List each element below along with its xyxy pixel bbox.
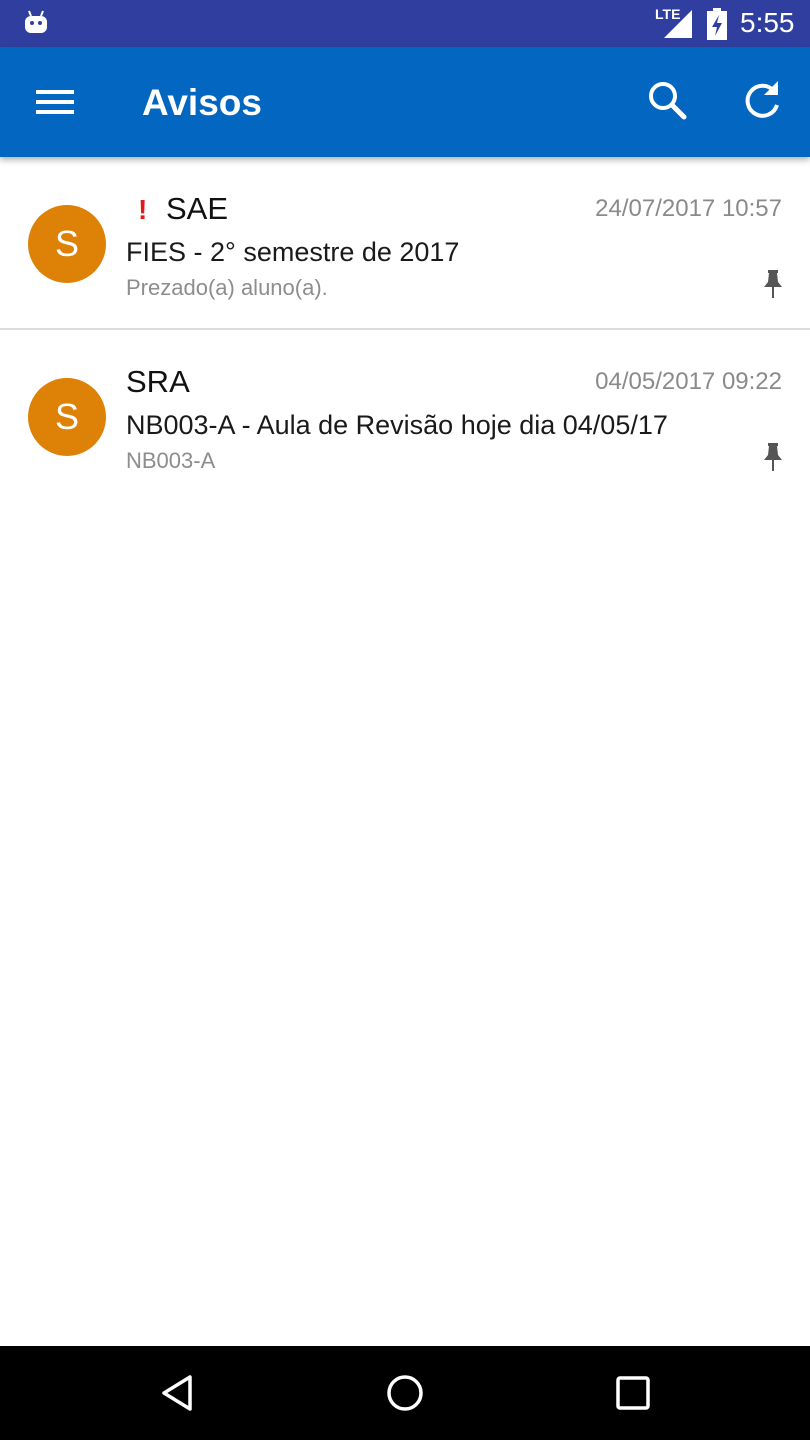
status-bar: LTE 5:55: [0, 0, 810, 47]
avatar: S: [28, 378, 106, 456]
notice-list: S ! SAE 24/07/2017 10:57 FIES - 2° semes…: [0, 157, 810, 503]
android-icon: [25, 10, 47, 33]
avatar: S: [28, 205, 106, 283]
pin-icon[interactable]: [760, 269, 786, 299]
notice-preview: NB003-A: [126, 448, 216, 473]
notice-date: 04/05/2017 09:22: [595, 368, 782, 395]
page-title: Avisos: [142, 82, 262, 123]
notice-subject: FIES - 2° semestre de 2017: [126, 237, 460, 267]
recents-icon[interactable]: [613, 1373, 653, 1413]
signal-icon: [664, 10, 692, 38]
notice-preview: Prezado(a) aluno(a).: [126, 275, 328, 300]
notice-subject: NB003-A - Aula de Revisão hoje dia 04/05…: [126, 410, 668, 440]
clock: 5:55: [740, 7, 795, 38]
list-item[interactable]: S SRA 04/05/2017 09:22 NB003-A - Aula de…: [0, 330, 810, 503]
app-bar: Avisos: [0, 47, 810, 157]
home-icon[interactable]: [385, 1373, 425, 1413]
search-icon[interactable]: [644, 77, 692, 125]
battery-charging-icon: [707, 8, 727, 40]
menu-icon[interactable]: [28, 80, 82, 124]
refresh-icon[interactable]: [738, 77, 786, 125]
list-item[interactable]: S ! SAE 24/07/2017 10:57 FIES - 2° semes…: [0, 157, 810, 330]
notice-date: 24/07/2017 10:57: [595, 195, 782, 222]
pin-icon[interactable]: [760, 442, 786, 472]
sender-name: SAE: [166, 191, 229, 226]
sender-name: SRA: [126, 364, 190, 399]
important-flag: !: [138, 194, 148, 225]
back-icon[interactable]: [158, 1373, 198, 1413]
navigation-bar: [0, 1346, 810, 1440]
